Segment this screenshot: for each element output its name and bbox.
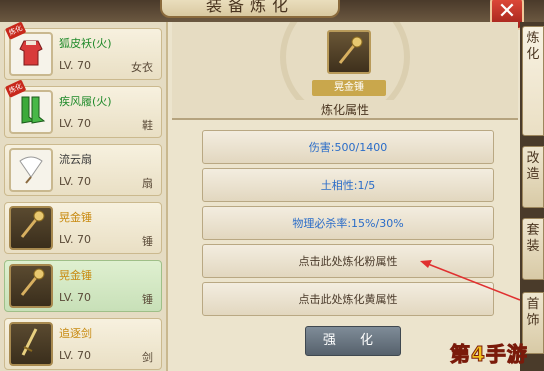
refine-window: 装备炼化 ✕ 炼化 狐皮袄(火) LV. 70 女衣 炼化 疾风履(火) LV. 70 鞋流云… xyxy=(0,0,544,371)
annotation-arrow xyxy=(420,260,521,301)
watermark-logo: 第4手游 xyxy=(450,342,528,367)
